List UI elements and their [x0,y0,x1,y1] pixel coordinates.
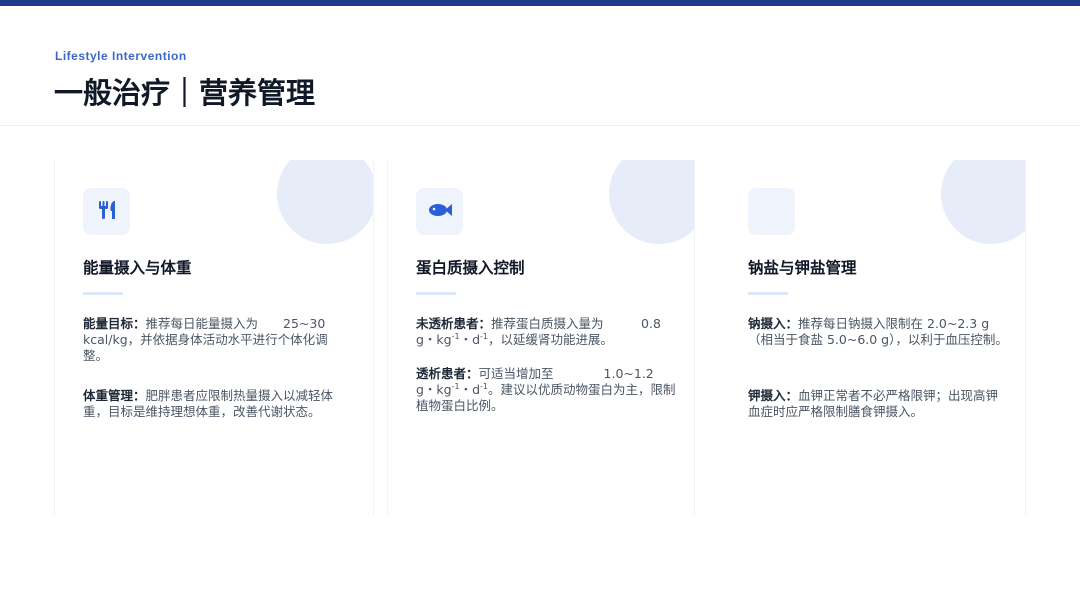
page-title: 一般治疗｜营养管理 [54,76,316,110]
decorative-circle [941,160,1025,244]
paragraph-text: ・d [459,332,481,347]
paragraph-text: ，以延缓肾功能进展。 [488,332,614,347]
card-paragraph: 钠摄入：推荐每日钠摄入限制在 2.0~2.3 g（相当于食盐 5.0~6.0 g… [748,316,1010,348]
icon-box [416,188,463,235]
paragraph-label: 未透析患者： [416,316,492,331]
fish-icon [427,201,453,223]
card-protein: 蛋白质摄入控制 未透析患者：推荐蛋白质摄入量为 0.8 g・kg-1・d-1，以… [387,160,695,515]
paragraph-text: ・d [459,382,481,397]
card-title: 钠盐与钾盐管理 [748,259,857,277]
card-paragraph: 未透析患者：推荐蛋白质摄入量为 0.8 g・kg-1・d-1，以延缓肾功能进展。 [416,316,678,348]
card-paragraph: 体重管理：肥胖患者应限制热量摄入以减轻体重，目标是维持理想体重，改善代谢状态。 [83,388,345,420]
decorative-circle [277,160,373,244]
superscript: -1 [451,381,460,391]
page-header: Lifestyle Intervention 一般治疗｜营养管理 [0,6,1080,126]
card-paragraph: 透析患者：可适当增加至 1.0~1.2 g・kg-1・d-1。建议以优质动物蛋白… [416,366,678,414]
title-divider [748,292,788,295]
card-sodium-potassium: 钠盐与钾盐管理 钠摄入：推荐每日钠摄入限制在 2.0~2.3 g（相当于食盐 5… [720,160,1026,515]
superscript: -1 [480,331,489,341]
icon-box [748,188,795,235]
utensils-icon [96,199,118,225]
card-title: 能量摄入与体重 [83,259,192,277]
icon-box [83,188,130,235]
card-paragraph: 能量目标：推荐每日能量摄入为 25~30 kcal/kg，并依据身体活动水平进行… [83,316,345,364]
decorative-circle [609,160,694,244]
paragraph-label: 透析患者： [416,366,479,381]
title-divider [416,292,456,295]
card-title: 蛋白质摄入控制 [416,259,525,277]
superscript: -1 [480,381,489,391]
superscript: -1 [451,331,460,341]
paragraph-label: 能量目标： [83,316,146,331]
paragraph-label: 钾摄入： [748,388,799,403]
title-divider [83,292,123,295]
paragraph-label: 钠摄入： [748,316,799,331]
card-paragraph: 钾摄入：血钾正常者不必严格限钾；出现高钾血症时应严格限制膳食钾摄入。 [748,388,1010,420]
paragraph-label: 体重管理： [83,388,146,403]
page-eyebrow: Lifestyle Intervention [55,49,187,63]
card-energy: 能量摄入与体重 能量目标：推荐每日能量摄入为 25~30 kcal/kg，并依据… [54,160,374,515]
